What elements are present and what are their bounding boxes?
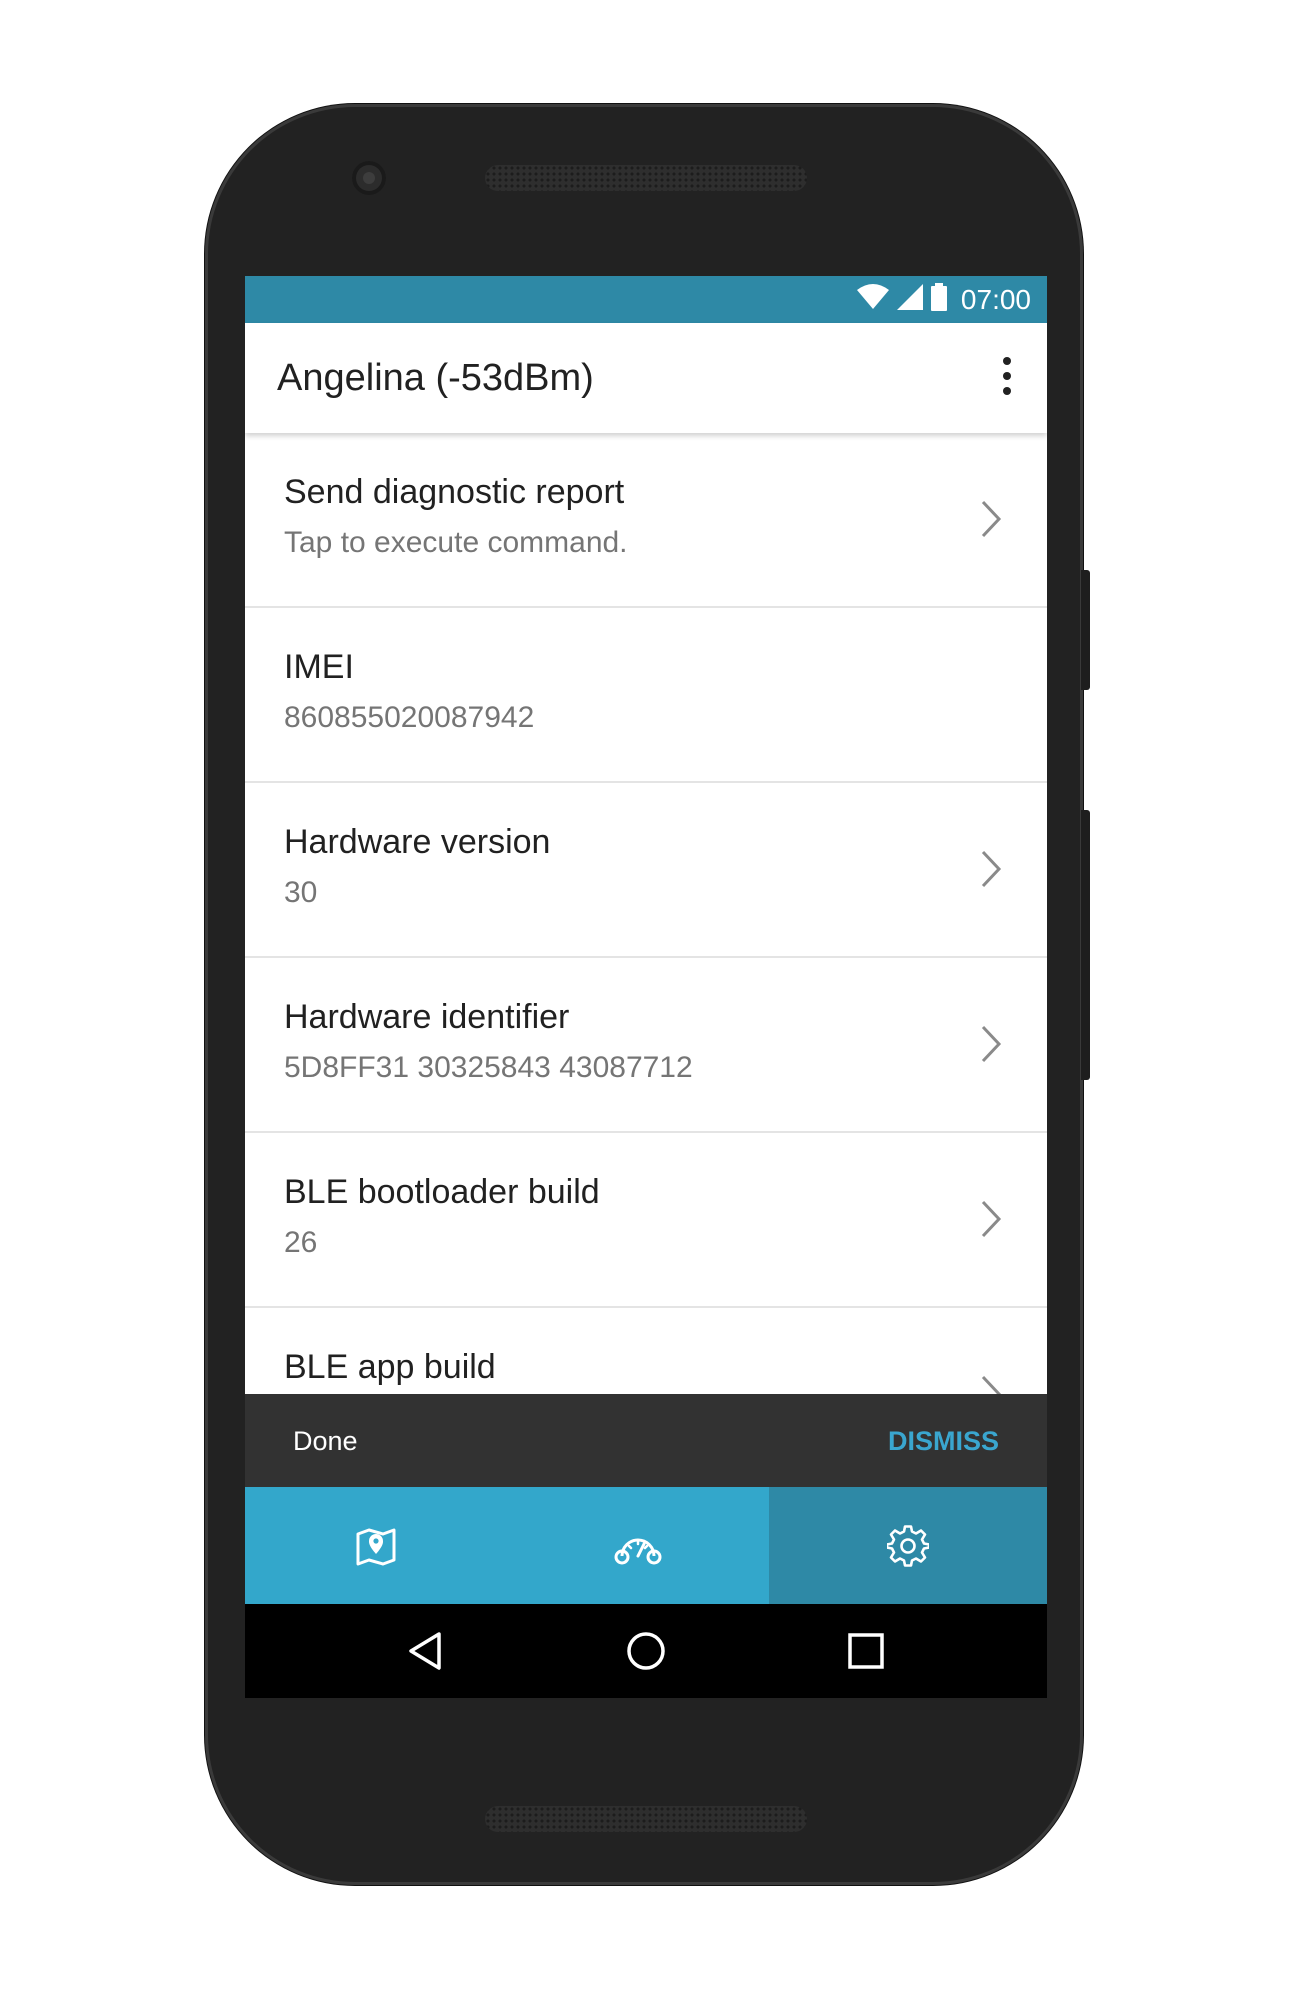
list-item-title: Hardware identifier [284, 998, 570, 1036]
chevron-right-icon [981, 500, 1002, 538]
dashboard-gauge-icon [614, 1538, 662, 1564]
chevron-right-icon [981, 1025, 1002, 1063]
list-item-title: BLE bootloader build [284, 1173, 600, 1211]
list-item-subtitle: Tap to execute command. [284, 526, 628, 559]
front-camera [352, 161, 386, 195]
more-vert-icon[interactable] [997, 357, 1017, 397]
list-item-subtitle: 30 [284, 876, 318, 909]
status-time: 07:00 [960, 283, 1031, 315]
nav-tab-dashboard[interactable] [507, 1487, 769, 1604]
list-item-ble-app-build[interactable]: BLE app build [245, 1308, 1047, 1403]
bottom-navigation [245, 1487, 1047, 1604]
nav-tab-map[interactable] [245, 1487, 507, 1604]
app-bar: Angelina (-53dBm) [245, 323, 1047, 433]
recents-icon[interactable] [845, 1630, 887, 1672]
system-navigation-bar [245, 1604, 1047, 1698]
snackbar-message: Done [293, 1426, 358, 1456]
nav-tab-settings[interactable] [769, 1487, 1047, 1604]
list-item-subtitle: 860855020087942 [284, 701, 535, 734]
list-item-title: Hardware version [284, 823, 551, 861]
signal-icon [896, 284, 923, 315]
list-item-title: IMEI [284, 648, 354, 686]
top-speaker-grille [485, 165, 807, 191]
chevron-right-icon [981, 1200, 1002, 1238]
list-item-subtitle: 5D8FF31 30325843 43087712 [284, 1051, 693, 1084]
map-pin-icon [356, 1528, 396, 1565]
volume-button [1081, 810, 1090, 1080]
battery-icon [930, 283, 947, 316]
list-item-send-diagnostic-report[interactable]: Send diagnostic report Tap to execute co… [245, 433, 1047, 608]
snackbar: Done DISMISS [245, 1394, 1047, 1487]
device-info-list: Send diagnostic report Tap to execute co… [245, 433, 1047, 1403]
device-screen: 07:00 Angelina (-53dBm) Send diagnostic … [245, 276, 1047, 1698]
list-item-subtitle: 26 [284, 1226, 318, 1259]
list-item-title: Send diagnostic report [284, 473, 625, 511]
list-item-hardware-version[interactable]: Hardware version 30 [245, 783, 1047, 958]
settings-gear-icon [887, 1524, 929, 1567]
list-item-ble-bootloader-build[interactable]: BLE bootloader build 26 [245, 1133, 1047, 1308]
bottom-speaker-grille [485, 1806, 807, 1832]
list-item-imei: IMEI 860855020087942 [245, 608, 1047, 783]
power-button [1081, 570, 1090, 690]
chevron-right-icon [981, 850, 1002, 888]
list-item-title: BLE app build [284, 1348, 496, 1386]
back-icon[interactable] [405, 1630, 447, 1672]
dismiss-button[interactable]: DISMISS [888, 1426, 999, 1457]
page-title: Angelina (-53dBm) [277, 357, 594, 399]
wifi-icon [856, 284, 889, 315]
home-icon[interactable] [625, 1630, 667, 1672]
status-bar: 07:00 [245, 276, 1047, 323]
list-item-hardware-identifier[interactable]: Hardware identifier 5D8FF31 30325843 430… [245, 958, 1047, 1133]
